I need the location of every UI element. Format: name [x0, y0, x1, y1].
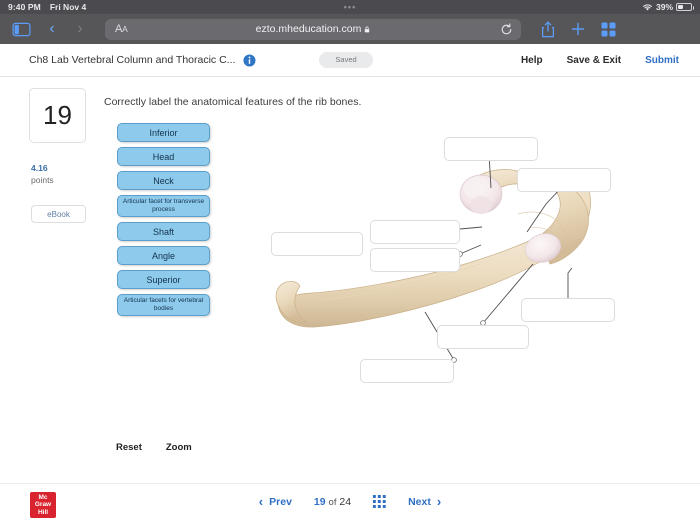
- mcgraw-hill-logo: Mc Graw Hill: [30, 492, 56, 518]
- save-exit-button[interactable]: Save & Exit: [567, 55, 621, 66]
- tab-overview-button[interactable]: [601, 22, 616, 37]
- share-icon[interactable]: [541, 21, 555, 38]
- wifi-icon: [642, 3, 653, 12]
- draggable-label[interactable]: Head: [117, 147, 210, 166]
- reload-icon[interactable]: [500, 23, 513, 36]
- page-title: Ch8 Lab Vertebral Column and Thoracic C.…: [29, 54, 236, 66]
- logo-line-1: Mc: [38, 493, 48, 501]
- rib-bone-illustration: [275, 151, 592, 363]
- draggable-label[interactable]: Articular facets for vertebral bodies: [117, 294, 210, 316]
- browser-toolbar: ‹ › AA ezto.mheducation.com: [0, 14, 700, 44]
- points-label: points: [31, 175, 54, 185]
- header-actions: Help Save & Exit Submit: [521, 55, 679, 66]
- draggable-label[interactable]: Articular facet for transverse process: [117, 195, 210, 217]
- status-time: 9:40 PM: [8, 2, 41, 12]
- ios-status-bar: 9:40 PM Fri Nov 4 ••• 39%: [0, 0, 700, 14]
- drop-target-2[interactable]: [517, 168, 611, 192]
- drop-target-6[interactable]: [521, 298, 615, 322]
- battery-icon: [676, 3, 694, 11]
- browser-back-button[interactable]: ‹: [41, 21, 63, 37]
- status-right-cluster: 39%: [642, 2, 694, 12]
- drop-target-8[interactable]: [360, 359, 454, 383]
- url-text: ezto.mheducation.com: [105, 23, 521, 35]
- of-label: of: [328, 496, 337, 508]
- pagination: ‹ Prev 19 of 24 Next ›: [259, 495, 441, 508]
- zoom-button[interactable]: Zoom: [166, 442, 192, 453]
- assignment-header: Ch8 Lab Vertebral Column and Thoracic C.…: [0, 44, 700, 77]
- page-counter: 19 of 24: [314, 496, 351, 508]
- browser-forward-button[interactable]: ›: [69, 21, 91, 37]
- draggable-label[interactable]: Neck: [117, 171, 210, 190]
- drop-target-4[interactable]: [370, 248, 460, 272]
- next-button[interactable]: Next ›: [408, 495, 441, 508]
- footer-bar: Mc Graw Hill ‹ Prev 19 of 24 Next ›: [0, 483, 700, 525]
- drop-target-3[interactable]: [370, 220, 460, 244]
- draggable-label[interactable]: Inferior: [117, 123, 210, 142]
- next-label: Next: [408, 495, 431, 508]
- question-prompt: Correctly label the anatomical features …: [104, 96, 362, 108]
- total-pages: 24: [339, 495, 352, 508]
- drop-target-1[interactable]: [444, 137, 538, 161]
- ebook-button[interactable]: eBook: [31, 205, 86, 223]
- rib-head-facet-superior: [464, 177, 488, 199]
- status-dots: •••: [343, 2, 357, 12]
- draggable-label[interactable]: Angle: [117, 246, 210, 265]
- browser-actions: [541, 21, 616, 38]
- leader-line-4: [459, 244, 482, 255]
- app-root: 9:40 PM Fri Nov 4 ••• 39% ‹ › AA ezto.mh…: [0, 0, 700, 525]
- prev-label: Prev: [269, 495, 292, 508]
- label-bank: Inferior Head Neck Articular facet for t…: [117, 123, 210, 321]
- chevron-right-icon: ›: [436, 494, 442, 509]
- drop-target-5[interactable]: [271, 232, 363, 256]
- points-value: 4.16: [31, 163, 48, 173]
- rib-head-facet-inferior: [470, 196, 492, 214]
- info-icon[interactable]: [243, 53, 256, 67]
- draggable-label[interactable]: Superior: [117, 270, 210, 289]
- current-page: 19: [313, 495, 326, 508]
- lock-icon: [364, 24, 370, 33]
- status-date: Fri Nov 4: [49, 2, 87, 12]
- logo-line-3: Hill: [37, 508, 49, 516]
- drop-target-7[interactable]: [437, 325, 529, 349]
- chevron-left-icon: ‹: [258, 494, 264, 509]
- logo-line-2: Graw: [34, 501, 52, 509]
- help-button[interactable]: Help: [521, 55, 543, 66]
- submit-button[interactable]: Submit: [645, 55, 679, 66]
- draggable-label[interactable]: Shaft: [117, 222, 210, 241]
- sidebar-toggle-icon[interactable]: [12, 22, 31, 37]
- rib-bone-figure: [250, 128, 700, 398]
- question-grid-icon[interactable]: [373, 495, 387, 508]
- reset-button[interactable]: Reset: [116, 442, 142, 453]
- leader-line-3: [459, 226, 483, 230]
- status-badge: Saved: [319, 51, 373, 69]
- battery-percent: 39%: [655, 2, 673, 12]
- question-number: 19: [29, 88, 86, 143]
- figure-tools: Reset Zoom: [116, 442, 192, 453]
- new-tab-button[interactable]: [571, 22, 585, 36]
- prev-button[interactable]: ‹ Prev: [259, 495, 292, 508]
- address-bar[interactable]: AA ezto.mheducation.com: [105, 18, 521, 40]
